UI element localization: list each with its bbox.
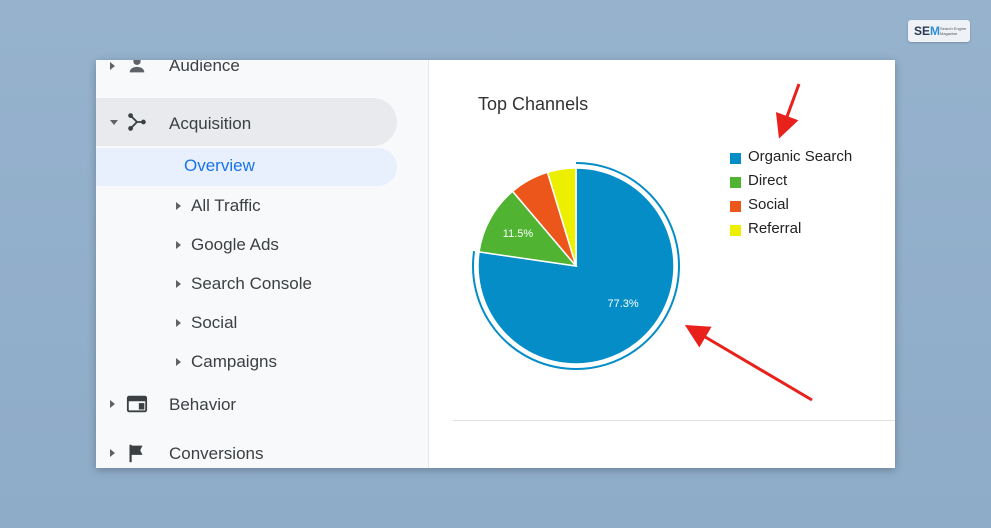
annotation-arrows xyxy=(684,83,813,402)
arrow-to-pie xyxy=(684,324,813,402)
arrow-to-legend xyxy=(775,83,801,139)
